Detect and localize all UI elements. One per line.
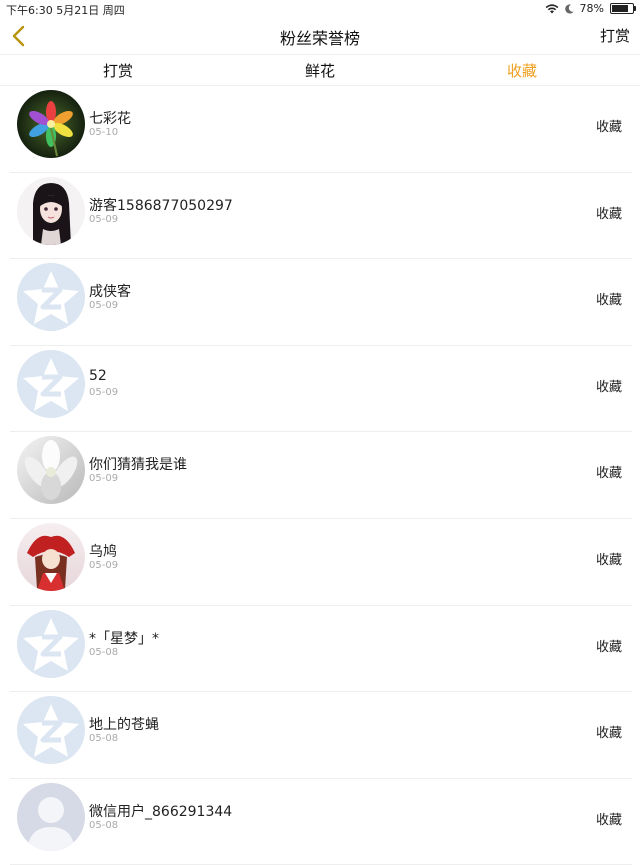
list-item[interactable]: 微信用户_866291344 05-08 收藏 — [10, 779, 632, 865]
user-name: 微信用户_866291344 — [89, 803, 233, 820]
row-type: 收藏 — [595, 379, 622, 395]
list-item[interactable]: 地上的苍蝇 05-08 收藏 — [10, 692, 632, 779]
fan-list: 七彩花 05-10 收藏 游客1586877050297 05-09 收藏 成侠… — [0, 86, 640, 865]
avatar — [17, 90, 85, 158]
row-date: 05-08 — [89, 646, 119, 658]
avatar — [17, 263, 85, 332]
row-type: 收藏 — [595, 552, 622, 568]
page-title: 粉丝荣誉榜 — [279, 29, 360, 48]
white-flower-avatar-icon — [17, 436, 85, 505]
list-item[interactable]: 成侠客 05-09 收藏 — [10, 259, 632, 346]
tab-bar: 打赏 鲜花 收藏 — [0, 55, 640, 86]
default-avatar-icon — [17, 609, 85, 678]
row-date: 05-09 — [89, 213, 119, 225]
user-name: 52 — [89, 367, 107, 384]
user-name: 游客1586877050297 — [89, 197, 233, 214]
tab-favorites[interactable]: 收藏 — [507, 60, 537, 81]
list-item[interactable]: *「星梦」* 05-08 收藏 — [10, 606, 632, 693]
row-date: 05-09 — [89, 386, 119, 398]
row-date: 05-09 — [89, 473, 119, 485]
avatar — [17, 176, 85, 245]
row-type: 收藏 — [595, 293, 622, 309]
row-type: 收藏 — [595, 206, 622, 222]
avatar — [17, 522, 85, 591]
user-name: 七彩花 — [89, 111, 131, 127]
status-bar: 下午6:30 5月21日 周四 78% — [0, 0, 640, 18]
user-name: 地上的苍蝇 — [89, 717, 159, 734]
wifi-icon — [545, 3, 558, 13]
row-type: 收藏 — [595, 466, 622, 482]
list-item[interactable]: 乌鸠 05-09 收藏 — [10, 519, 632, 606]
anime-girl-avatar-icon — [17, 176, 85, 245]
reward-button[interactable]: 打赏 — [600, 25, 630, 46]
user-name: 乌鸠 — [89, 543, 117, 560]
row-date: 05-08 — [89, 819, 119, 831]
user-name: *「星梦」* — [89, 630, 159, 647]
row-type: 收藏 — [595, 639, 622, 655]
default-avatar-icon — [17, 696, 85, 765]
anime-shrine-maiden-avatar-icon — [17, 522, 85, 591]
battery-percent: 78% — [579, 2, 604, 15]
avatar — [17, 696, 85, 765]
list-item[interactable]: 你们猜猜我是谁 05-09 收藏 — [10, 432, 632, 519]
avatar — [17, 436, 85, 505]
tab-flowers[interactable]: 鲜花 — [305, 60, 335, 81]
list-item[interactable]: 七彩花 05-10 收藏 — [10, 86, 632, 173]
battery-icon — [610, 3, 636, 14]
row-date: 05-09 — [89, 559, 119, 571]
tab-reward[interactable]: 打赏 — [103, 60, 133, 81]
row-date: 05-10 — [89, 127, 119, 138]
row-type: 收藏 — [595, 120, 622, 135]
user-name: 你们猜猜我是谁 — [89, 457, 187, 474]
default-avatar-icon — [17, 349, 85, 418]
list-item[interactable]: 52 05-09 收藏 — [10, 346, 632, 433]
moon-icon — [564, 3, 574, 14]
user-name: 成侠客 — [89, 284, 131, 301]
row-date: 05-09 — [89, 300, 119, 312]
battery-fill — [612, 5, 628, 12]
row-type: 收藏 — [595, 726, 622, 742]
default-person-avatar-icon — [17, 782, 85, 851]
avatar — [17, 782, 85, 851]
rainbow-flower-avatar-icon — [17, 90, 85, 158]
avatar — [17, 349, 85, 418]
default-avatar-icon — [17, 263, 85, 332]
nav-bar: 粉丝荣誉榜 打赏 — [0, 18, 640, 55]
row-date: 05-08 — [89, 733, 119, 745]
row-type: 收藏 — [595, 812, 622, 828]
avatar — [17, 609, 85, 678]
status-time-date: 下午6:30 5月21日 周四 — [6, 4, 125, 17]
status-right: 78% — [545, 2, 636, 15]
list-item[interactable]: 游客1586877050297 05-09 收藏 — [10, 173, 632, 260]
